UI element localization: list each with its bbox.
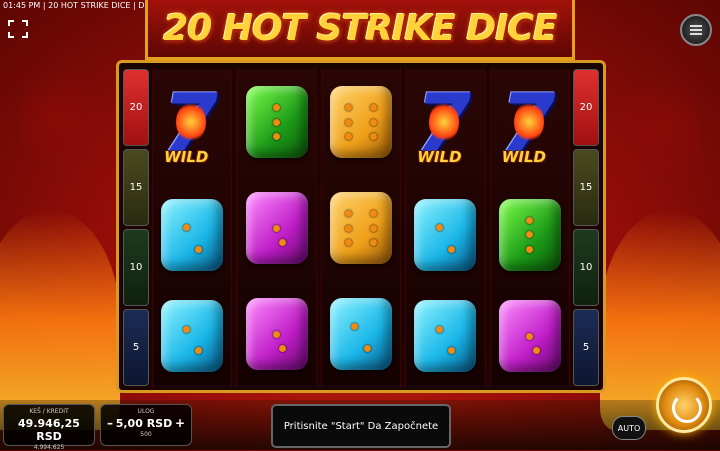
- die-pip: [435, 224, 443, 232]
- payline-10-left: 10: [123, 229, 149, 306]
- bet-label: ULOG: [137, 408, 155, 415]
- left-payline-indicators: 20 15 10 5: [123, 69, 149, 387]
- credit-label: KEŠ / KREDIT: [29, 408, 69, 415]
- wild-seven-symbol: 7WILD: [156, 83, 228, 170]
- die-pip: [273, 224, 281, 232]
- purple-die-symbol: [245, 298, 308, 370]
- right-payline-indicators: 20 15 10 5: [573, 69, 599, 387]
- payline-5-right: 5: [573, 309, 599, 386]
- blue-die-symbol: [414, 300, 477, 373]
- fullscreen-icon[interactable]: [8, 20, 28, 38]
- die-pip: [345, 224, 353, 232]
- die-pip: [532, 347, 540, 355]
- reel-4: 7WILD: [405, 69, 486, 387]
- reels-area: 7WILD7WILD7WILD: [152, 69, 571, 387]
- payline-15-left: 15: [123, 149, 149, 226]
- game-title: 20 HOT STRIKE DICE: [163, 8, 557, 49]
- spin-arrow-icon: [672, 393, 702, 423]
- spin-button[interactable]: [656, 377, 712, 433]
- hamburger-icon: [690, 23, 702, 37]
- status-bar-text: 01:45 PM | 20 HOT STRIKE DICE | DEMO: [3, 1, 163, 10]
- autoplay-button[interactable]: AUTO: [612, 416, 646, 440]
- die-pip: [526, 245, 534, 253]
- die-pip: [526, 332, 534, 340]
- blue-die-symbol: [161, 198, 224, 271]
- wild-label: WILD: [164, 147, 209, 166]
- die-pip: [345, 118, 353, 126]
- die-pip: [345, 104, 353, 112]
- purple-die-symbol: [498, 300, 561, 373]
- payline-20-right: 20: [573, 69, 599, 146]
- die-pip: [369, 132, 377, 140]
- blue-die-symbol: [330, 298, 393, 370]
- left-dark-flame-decoration: [20, 60, 100, 180]
- die-pip: [369, 238, 377, 246]
- reel-1: 7WILD: [152, 69, 233, 387]
- die-pip: [194, 245, 202, 253]
- bet-value: 5,00 RSD: [115, 417, 173, 430]
- die-pip: [435, 325, 443, 333]
- die-pip: [273, 132, 281, 140]
- bet-decrease-button[interactable]: –: [107, 416, 113, 430]
- die-pip: [351, 323, 359, 331]
- die-pip: [369, 104, 377, 112]
- orange-die-symbol: [330, 86, 393, 158]
- title-banner: 20 HOT STRIKE DICE: [145, 0, 575, 60]
- credit-value: 49.946,25 RSD: [18, 417, 80, 443]
- purple-die-symbol: [245, 192, 308, 264]
- die-pip: [526, 231, 534, 239]
- wild-label: WILD: [501, 147, 546, 166]
- flame-icon: [176, 101, 207, 142]
- blue-die-symbol: [414, 198, 477, 271]
- green-die-symbol: [245, 86, 308, 158]
- die-pip: [279, 238, 287, 246]
- die-pip: [369, 118, 377, 126]
- die-pip: [363, 344, 371, 352]
- payline-20-left: 20: [123, 69, 149, 146]
- payline-5-left: 5: [123, 309, 149, 386]
- die-pip: [279, 344, 287, 352]
- wild-seven-symbol: 7WILD: [494, 83, 566, 170]
- die-pip: [448, 347, 456, 355]
- credit-display: KEŠ / KREDIT 49.946,25 RSD 4.994.625: [3, 404, 95, 451]
- wild-seven-symbol: 7WILD: [409, 83, 481, 170]
- die-pip: [369, 210, 377, 218]
- orange-die-symbol: [330, 192, 393, 264]
- reel-3: [320, 69, 402, 387]
- die-pip: [345, 132, 353, 140]
- slot-machine-frame: 20 15 10 5 7WILD7WILD7WILD 20 15 10 5: [116, 60, 606, 393]
- die-pip: [194, 347, 202, 355]
- die-pip: [345, 210, 353, 218]
- message-box: Pritisnite "Start" Da Započnete: [271, 404, 451, 448]
- die-pip: [345, 238, 353, 246]
- die-pip: [182, 325, 190, 333]
- flame-icon: [513, 101, 544, 142]
- payline-10-right: 10: [573, 229, 599, 306]
- left-flames-decoration: [0, 210, 120, 430]
- green-die-symbol: [498, 198, 561, 271]
- bet-increase-button[interactable]: +: [175, 416, 185, 430]
- die-pip: [369, 224, 377, 232]
- reel-5: 7WILD: [489, 69, 571, 387]
- die-pip: [182, 224, 190, 232]
- bet-control: ULOG – 5,00 RSD + 500: [100, 404, 192, 446]
- menu-button[interactable]: [680, 14, 712, 46]
- die-pip: [273, 118, 281, 126]
- die-pip: [526, 217, 534, 225]
- reel-2: [236, 69, 317, 387]
- right-dark-flame-decoration: [620, 70, 700, 190]
- bet-subvalue: 500: [140, 431, 152, 438]
- flame-icon: [429, 101, 460, 142]
- payline-15-right: 15: [573, 149, 599, 226]
- wild-label: WILD: [417, 147, 462, 166]
- die-pip: [448, 245, 456, 253]
- blue-die-symbol: [161, 300, 224, 373]
- die-pip: [273, 104, 281, 112]
- die-pip: [273, 330, 281, 338]
